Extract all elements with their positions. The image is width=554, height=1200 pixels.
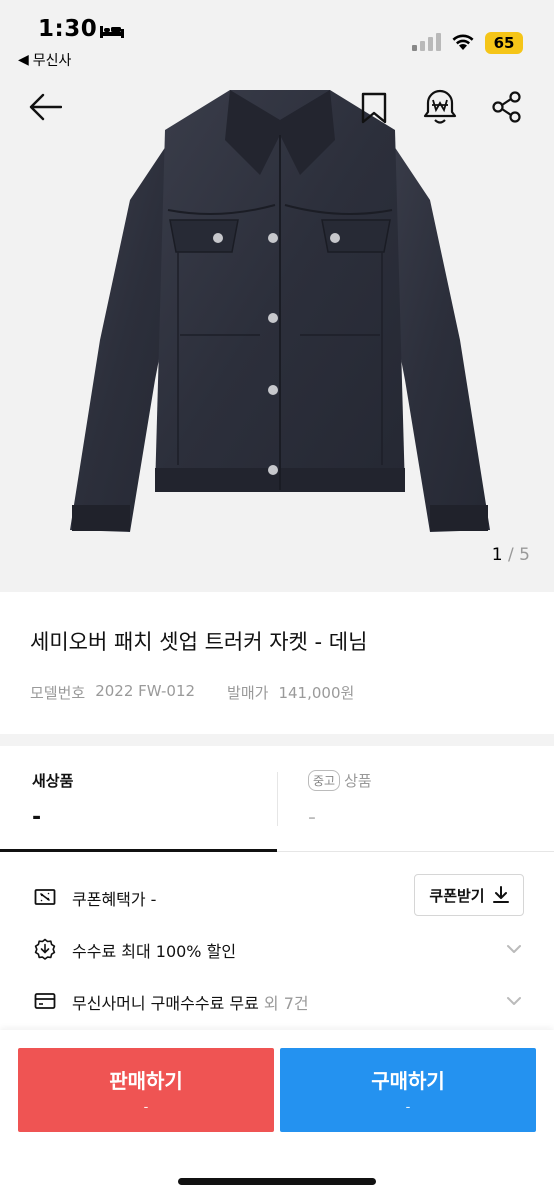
bookmark-icon[interactable] — [360, 92, 388, 124]
card-icon — [34, 993, 56, 1009]
used-badge: 중고 — [308, 770, 341, 791]
model-number-value: 2022 FW-012 — [95, 682, 196, 700]
model-number-label: 모델번호 — [30, 684, 86, 702]
fee-discount-text: 수수료 최대 100% 할인 — [72, 942, 237, 961]
home-indicator[interactable] — [178, 1178, 376, 1185]
release-price-value: 141,000원 — [278, 684, 355, 702]
tab-new-product[interactable]: 새상품 - — [32, 770, 73, 830]
back-arrow-icon[interactable] — [28, 92, 62, 122]
sleep-mode-icon — [100, 26, 124, 38]
tab-used-price: - — [308, 805, 316, 830]
get-coupon-label: 쿠폰받기 — [429, 886, 485, 905]
product-image-gallery[interactable]: 1 / 5 — [0, 80, 554, 592]
tab-used-label-row: 중고 상품 — [308, 770, 372, 791]
active-tab-indicator — [0, 849, 277, 852]
tab-separator — [277, 772, 278, 826]
bottom-action-bar: 판매하기 - 구매하기 - — [0, 1030, 554, 1200]
get-coupon-button[interactable]: 쿠폰받기 — [414, 874, 524, 916]
coupon-benefit-row: 쿠폰혜택가 - 쿠폰받기 — [0, 872, 554, 924]
jacket-product-image — [70, 90, 490, 532]
chevron-down-icon — [507, 945, 521, 953]
cellular-signal-icon — [412, 33, 441, 51]
buy-price: - — [405, 1100, 411, 1115]
discount-badge-icon — [34, 938, 56, 960]
tab-used-product[interactable]: 중고 상품 - — [308, 770, 372, 830]
wifi-icon — [452, 34, 474, 50]
coupon-benefit-text: 쿠폰혜택가 - — [72, 890, 157, 909]
tab-used-label: 상품 — [344, 772, 372, 790]
tab-new-label: 새상품 — [32, 772, 74, 790]
back-triangle-icon: ◀ — [18, 52, 29, 68]
price-alert-bell-icon[interactable] — [422, 88, 458, 126]
buy-button[interactable]: 구매하기 - — [280, 1048, 536, 1132]
chevron-down-icon — [507, 997, 521, 1005]
back-to-app-link[interactable]: ◀ 무신사 — [18, 50, 71, 70]
coupon-icon — [34, 889, 56, 905]
sell-button[interactable]: 판매하기 - — [18, 1048, 274, 1132]
release-price-label: 발매가 — [227, 684, 269, 702]
back-app-label: 무신사 — [32, 53, 72, 69]
sell-price: - — [143, 1100, 149, 1115]
musinsa-money-more: 외 7건 — [258, 994, 309, 1013]
sell-label: 판매하기 — [109, 1069, 183, 1093]
musinsa-money-main: 무신사머니 구매수수료 무료 — [72, 994, 259, 1013]
status-bar: 1:30 ◀ 무신사 65 — [0, 0, 554, 80]
musinsa-money-row[interactable]: 무신사머니 구매수수료 무료 외 7건 — [0, 976, 554, 1028]
status-time: 1:30 — [38, 16, 98, 42]
gallery-total: 5 — [519, 545, 530, 565]
section-divider — [0, 734, 554, 746]
product-info: 세미오버 패치 셋업 트러커 자켓 - 데님 모델번호 2022 FW-012 … — [0, 592, 554, 734]
product-title: 세미오버 패치 셋업 트러커 자켓 - 데님 — [30, 630, 368, 654]
musinsa-money-text: 무신사머니 구매수수료 무료 외 7건 — [72, 990, 309, 1014]
fee-discount-row[interactable]: 수수료 최대 100% 할인 — [0, 924, 554, 976]
gallery-current: 1 — [491, 545, 503, 565]
tab-new-price: - — [32, 805, 42, 830]
gallery-separator: / — [508, 545, 514, 565]
gallery-page-counter: 1 / 5 — [492, 545, 530, 565]
product-meta: 모델번호 2022 FW-012 발매가 141,000원 — [30, 682, 354, 703]
condition-tabs: 새상품 - 중고 상품 - — [0, 746, 554, 852]
download-icon — [492, 886, 509, 903]
buy-label: 구매하기 — [371, 1069, 445, 1093]
battery-indicator: 65 — [485, 32, 523, 54]
share-icon[interactable] — [490, 90, 524, 124]
